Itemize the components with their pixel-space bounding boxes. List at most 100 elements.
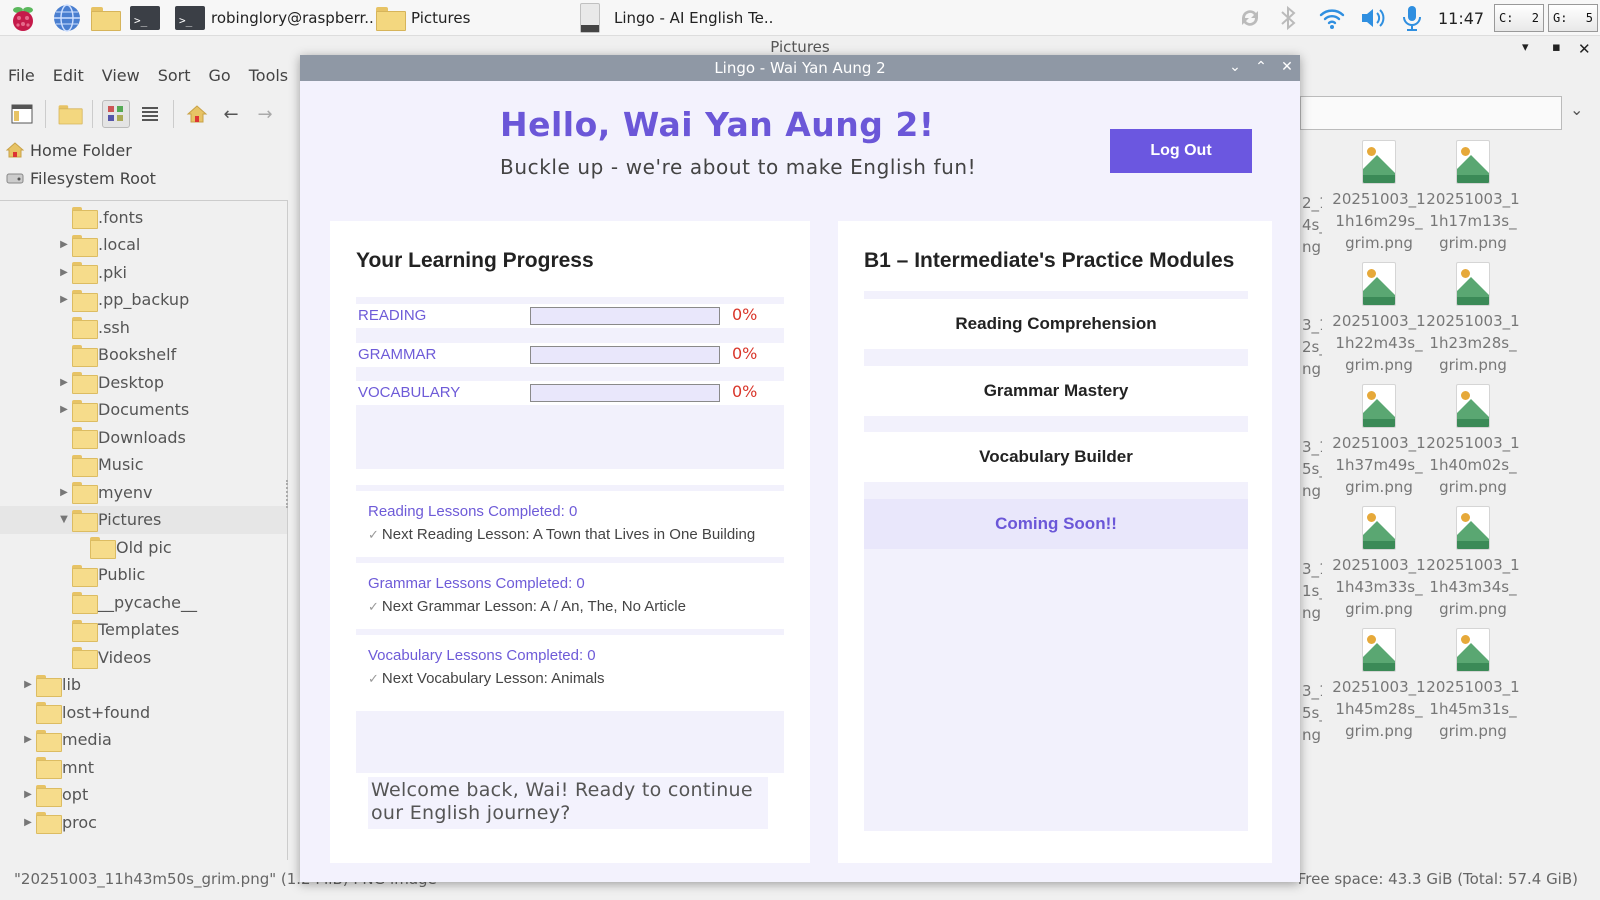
- place-filesystem-root[interactable]: Filesystem Root: [0, 164, 288, 192]
- logout-button[interactable]: Log Out: [1110, 129, 1252, 173]
- clock[interactable]: 11:47: [1438, 0, 1484, 36]
- module-vocabulary-builder[interactable]: Vocabulary Builder: [864, 432, 1248, 482]
- file-item[interactable]: 20251003_1 1h45m28s_ grim.png: [1330, 628, 1428, 742]
- tree-item[interactable]: ▶ myenv: [0, 478, 287, 506]
- folder-tree[interactable]: .fonts ▶ .local ▶ .pki ▶ .pp_backup .ssh Bookshe…: [0, 200, 288, 860]
- place-home-folder[interactable]: Home Folder: [0, 136, 288, 164]
- menu-edit[interactable]: Edit: [53, 66, 84, 85]
- file-item[interactable]: 20251003_1 1h45m31s_ grim.png: [1424, 628, 1522, 742]
- maximize-icon[interactable]: ⌃: [1252, 59, 1270, 75]
- expand-arrow-icon[interactable]: ▶: [58, 239, 70, 250]
- tree-item[interactable]: Templates: [0, 616, 287, 644]
- browser-launcher[interactable]: [52, 0, 82, 36]
- list-view-icon[interactable]: [136, 100, 164, 128]
- tree-item[interactable]: ▶ lib: [0, 671, 287, 699]
- expand-arrow-icon[interactable]: ▶: [58, 487, 70, 498]
- files-launcher[interactable]: [90, 0, 121, 36]
- icon-view-icon[interactable]: [102, 100, 130, 128]
- file-item-partial[interactable]: 3_1 2s_ng: [1302, 314, 1322, 380]
- sync-icon[interactable]: [1236, 0, 1264, 36]
- file-item[interactable]: 20251003_1 1h16m29s_ grim.png: [1330, 140, 1428, 254]
- tree-item[interactable]: mnt: [0, 753, 287, 781]
- chevron-down-icon[interactable]: ⌄: [1570, 100, 1583, 119]
- wifi-icon[interactable]: [1318, 0, 1346, 36]
- cpu-monitor[interactable]: C: 2: [1494, 0, 1544, 36]
- pane-resize-handle[interactable]: [286, 480, 290, 508]
- file-item-partial[interactable]: 3_1 5s_ng: [1302, 436, 1322, 502]
- location-bar[interactable]: [1300, 96, 1562, 130]
- expand-arrow-icon[interactable]: ▶: [22, 679, 34, 690]
- home-icon[interactable]: [183, 100, 211, 128]
- back-arrow-icon[interactable]: ←: [217, 100, 245, 128]
- forward-arrow-icon[interactable]: →: [251, 100, 279, 128]
- tree-item[interactable]: ▶ opt: [0, 781, 287, 809]
- minimize-icon[interactable]: ▾: [1522, 40, 1529, 55]
- expand-arrow-icon[interactable]: ▶: [22, 817, 34, 828]
- menu-view[interactable]: View: [102, 66, 140, 85]
- raspberry-menu-button[interactable]: [8, 0, 38, 36]
- file-item-partial[interactable]: 2_1 4s_ng: [1302, 192, 1322, 258]
- terminal-launcher[interactable]: >_: [130, 0, 160, 36]
- maximize-icon[interactable]: ▪: [1552, 40, 1561, 55]
- tree-item[interactable]: Downloads: [0, 423, 287, 451]
- tree-item[interactable]: .fonts: [0, 203, 287, 231]
- tree-item[interactable]: __pycache__: [0, 588, 287, 616]
- tree-item-label: Old pic: [116, 537, 172, 557]
- menu-sort[interactable]: Sort: [158, 66, 191, 85]
- tree-item[interactable]: Bookshelf: [0, 341, 287, 369]
- tree-item[interactable]: ▶ proc: [0, 808, 287, 836]
- tree-item-label: media: [62, 730, 112, 749]
- tree-item[interactable]: Public: [0, 561, 287, 589]
- taskbar-lingo-window[interactable]: Lingo - AI English Te..: [580, 0, 773, 36]
- file-item[interactable]: 20251003_1 1h37m49s_ grim.png: [1330, 384, 1428, 498]
- collapse-arrow-icon[interactable]: ▼: [58, 514, 70, 525]
- module-grammar-mastery[interactable]: Grammar Mastery: [864, 366, 1248, 416]
- place-label: Home Folder: [30, 140, 132, 160]
- tree-item[interactable]: ▶ .pki: [0, 258, 287, 286]
- folder-icon: [72, 289, 98, 312]
- file-name-line: 1h22m43s_: [1335, 334, 1423, 352]
- file-item[interactable]: 20251003_1 1h43m34s_ grim.png: [1424, 506, 1522, 620]
- tree-item[interactable]: ▼ Pictures: [0, 505, 287, 534]
- microphone-icon[interactable]: [1400, 0, 1424, 36]
- file-item[interactable]: 20251003_1 1h23m28s_ grim.png: [1424, 262, 1522, 376]
- expand-arrow-icon[interactable]: ▶: [58, 294, 70, 305]
- module-reading-comprehension[interactable]: Reading Comprehension: [864, 299, 1248, 349]
- expand-arrow-icon[interactable]: ▶: [22, 734, 34, 745]
- tree-item[interactable]: Music: [0, 451, 287, 479]
- lingo-titlebar[interactable]: Lingo - Wai Yan Aung 2 ⌄ ⌃ ✕: [300, 55, 1300, 81]
- new-folder-icon[interactable]: [55, 100, 83, 128]
- new-window-icon[interactable]: [8, 100, 36, 128]
- file-item-partial[interactable]: 3_1 1s_ng: [1302, 558, 1322, 624]
- expand-arrow-icon[interactable]: ▶: [58, 404, 70, 415]
- menu-file[interactable]: File: [8, 66, 35, 85]
- tree-item[interactable]: ▶ .local: [0, 231, 287, 259]
- tree-item[interactable]: Old pic: [0, 533, 287, 561]
- tree-item[interactable]: ▶ Desktop: [0, 368, 287, 396]
- file-item[interactable]: 20251003_1 1h17m13s_ grim.png: [1424, 140, 1522, 254]
- menu-tools[interactable]: Tools: [249, 66, 288, 85]
- close-icon[interactable]: ✕: [1278, 59, 1296, 75]
- menu-go[interactable]: Go: [209, 66, 231, 85]
- gpu-monitor[interactable]: G: 5: [1548, 0, 1598, 36]
- tree-item[interactable]: ▶ .pp_backup: [0, 286, 287, 314]
- tree-item[interactable]: ▶ media: [0, 726, 287, 754]
- file-item[interactable]: 20251003_1 1h40m02s_ grim.png: [1424, 384, 1522, 498]
- tree-item[interactable]: Videos: [0, 643, 287, 671]
- taskbar-pictures-window[interactable]: Pictures: [375, 0, 470, 36]
- close-icon[interactable]: ✕: [1578, 40, 1591, 58]
- file-item[interactable]: 20251003_1 1h22m43s_ grim.png: [1330, 262, 1428, 376]
- file-item-partial[interactable]: 3_1 5s_ng: [1302, 680, 1322, 746]
- tree-item[interactable]: .ssh: [0, 313, 287, 341]
- minimize-icon[interactable]: ⌄: [1226, 59, 1244, 75]
- file-item[interactable]: 20251003_1 1h43m33s_ grim.png: [1330, 506, 1428, 620]
- taskbar-terminal-window[interactable]: >_ robinglory@raspberr..: [175, 0, 374, 36]
- tree-item[interactable]: lost+found: [0, 698, 287, 726]
- progress-label: VOCABULARY: [358, 384, 461, 401]
- expand-arrow-icon[interactable]: ▶: [22, 789, 34, 800]
- bluetooth-icon[interactable]: [1278, 0, 1298, 36]
- tree-item[interactable]: ▶ Documents: [0, 396, 287, 424]
- expand-arrow-icon[interactable]: ▶: [58, 377, 70, 388]
- expand-arrow-icon[interactable]: ▶: [58, 267, 70, 278]
- volume-icon[interactable]: [1358, 0, 1388, 36]
